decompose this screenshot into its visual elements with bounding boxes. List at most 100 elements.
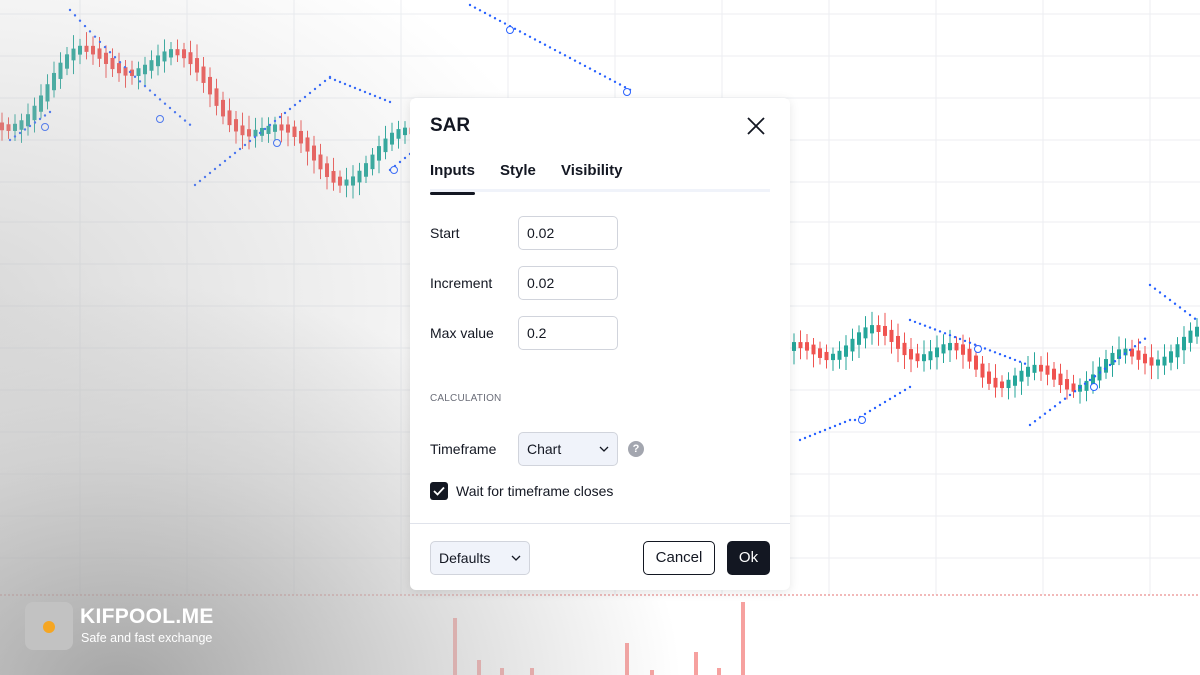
sar-dot xyxy=(1073,390,1077,393)
candle-body xyxy=(58,62,63,79)
sar-dot xyxy=(18,131,22,135)
sar-dot xyxy=(328,76,332,80)
candle-body xyxy=(974,355,978,370)
sar-dot xyxy=(903,388,907,392)
defaults-label: Defaults xyxy=(439,550,491,566)
candle-body xyxy=(110,57,115,70)
tab-visibility[interactable]: Visibility xyxy=(561,162,622,192)
candle-body xyxy=(1182,336,1186,351)
sar-dot xyxy=(1008,356,1012,360)
sar-dot xyxy=(848,418,852,422)
sar-dot xyxy=(1123,352,1127,355)
sar-dot xyxy=(983,347,987,350)
candle-body xyxy=(84,45,89,52)
sar-dot xyxy=(93,35,97,38)
candle-body xyxy=(915,353,920,362)
candle-body xyxy=(948,342,952,351)
close-button[interactable] xyxy=(744,114,768,138)
timeframe-select[interactable]: Chart xyxy=(518,432,618,466)
sar-dot xyxy=(513,27,517,31)
candle-body xyxy=(97,48,102,59)
sar-dot xyxy=(148,89,152,92)
sar-dot xyxy=(573,59,577,62)
sar-dot xyxy=(198,179,202,183)
sar-dot xyxy=(218,163,222,167)
sar-dot xyxy=(578,62,582,65)
sar-dot xyxy=(583,64,587,68)
candle-body xyxy=(1136,350,1141,360)
sar-dot xyxy=(823,428,827,432)
sar-dot xyxy=(968,341,972,344)
sar-dot xyxy=(818,430,822,434)
volume-bar xyxy=(717,668,721,675)
candle-body xyxy=(286,124,290,133)
sar-dot xyxy=(918,322,922,325)
tab-inputs[interactable]: Inputs xyxy=(430,162,475,195)
sar-dot xyxy=(1098,371,1102,374)
sar-dot xyxy=(343,82,347,86)
sar-dot xyxy=(598,72,602,76)
sar-marker xyxy=(1090,383,1098,391)
candle-body xyxy=(1045,365,1050,375)
sar-dot xyxy=(523,32,527,36)
sar-dot xyxy=(798,438,802,442)
sar-dot xyxy=(568,56,572,60)
sar-dot xyxy=(1118,356,1122,359)
close-icon xyxy=(747,117,765,135)
sar-dot xyxy=(873,406,877,410)
ok-button[interactable]: Ok xyxy=(727,541,770,575)
defaults-dropdown[interactable]: Defaults xyxy=(430,541,530,575)
sar-dot xyxy=(338,80,342,84)
candle-body xyxy=(928,351,933,361)
sar-dot xyxy=(478,9,482,12)
max-value-input[interactable]: 0.2 xyxy=(518,316,618,350)
tab-style[interactable]: Style xyxy=(500,162,536,192)
candle-body xyxy=(850,338,855,352)
candle-body xyxy=(876,325,881,332)
start-input[interactable]: 0.02 xyxy=(518,216,618,250)
sar-dot xyxy=(1013,358,1017,362)
wait-for-timeframe-checkbox[interactable] xyxy=(430,482,448,500)
candle-body xyxy=(182,49,186,59)
tab-bar: Inputs Style Visibility xyxy=(430,162,770,195)
volume-bar xyxy=(694,652,698,675)
increment-input[interactable]: 0.02 xyxy=(518,266,618,300)
chevron-down-icon xyxy=(511,555,521,561)
sar-dot xyxy=(493,17,497,20)
candle-body xyxy=(143,64,147,75)
sar-dot xyxy=(1018,360,1022,363)
sar-dot xyxy=(183,119,187,122)
candle-body xyxy=(370,154,375,170)
candle-body xyxy=(1026,366,1030,377)
sar-dot xyxy=(68,8,72,12)
candle-body xyxy=(1195,326,1199,337)
candle-body xyxy=(156,55,160,67)
sar-dot xyxy=(1088,378,1092,382)
candle-body xyxy=(818,348,822,358)
sar-marker xyxy=(41,123,49,131)
sar-dot xyxy=(373,94,377,98)
cancel-button[interactable]: Cancel xyxy=(643,541,715,575)
candle-body xyxy=(234,119,238,132)
candle-body xyxy=(273,124,277,132)
help-icon[interactable]: ? xyxy=(628,441,644,457)
sar-dot xyxy=(1138,341,1142,344)
sar-dot xyxy=(298,99,302,103)
sar-dot xyxy=(833,424,837,428)
candle-body xyxy=(299,130,303,144)
candle-body xyxy=(993,377,998,388)
candle-body xyxy=(889,329,894,342)
sar-dot xyxy=(83,24,87,28)
sar-dot xyxy=(913,320,917,324)
candle-body xyxy=(961,344,965,355)
sar-dot xyxy=(1188,313,1192,317)
sar-dot xyxy=(603,75,607,78)
sar-dot xyxy=(473,6,477,9)
candle-body xyxy=(811,344,816,355)
sar-dot xyxy=(208,171,212,175)
sar-dot xyxy=(113,56,117,59)
candle-body xyxy=(318,154,323,170)
sar-dot xyxy=(1133,345,1137,348)
candle-body xyxy=(798,342,803,349)
candle-body xyxy=(390,132,394,145)
